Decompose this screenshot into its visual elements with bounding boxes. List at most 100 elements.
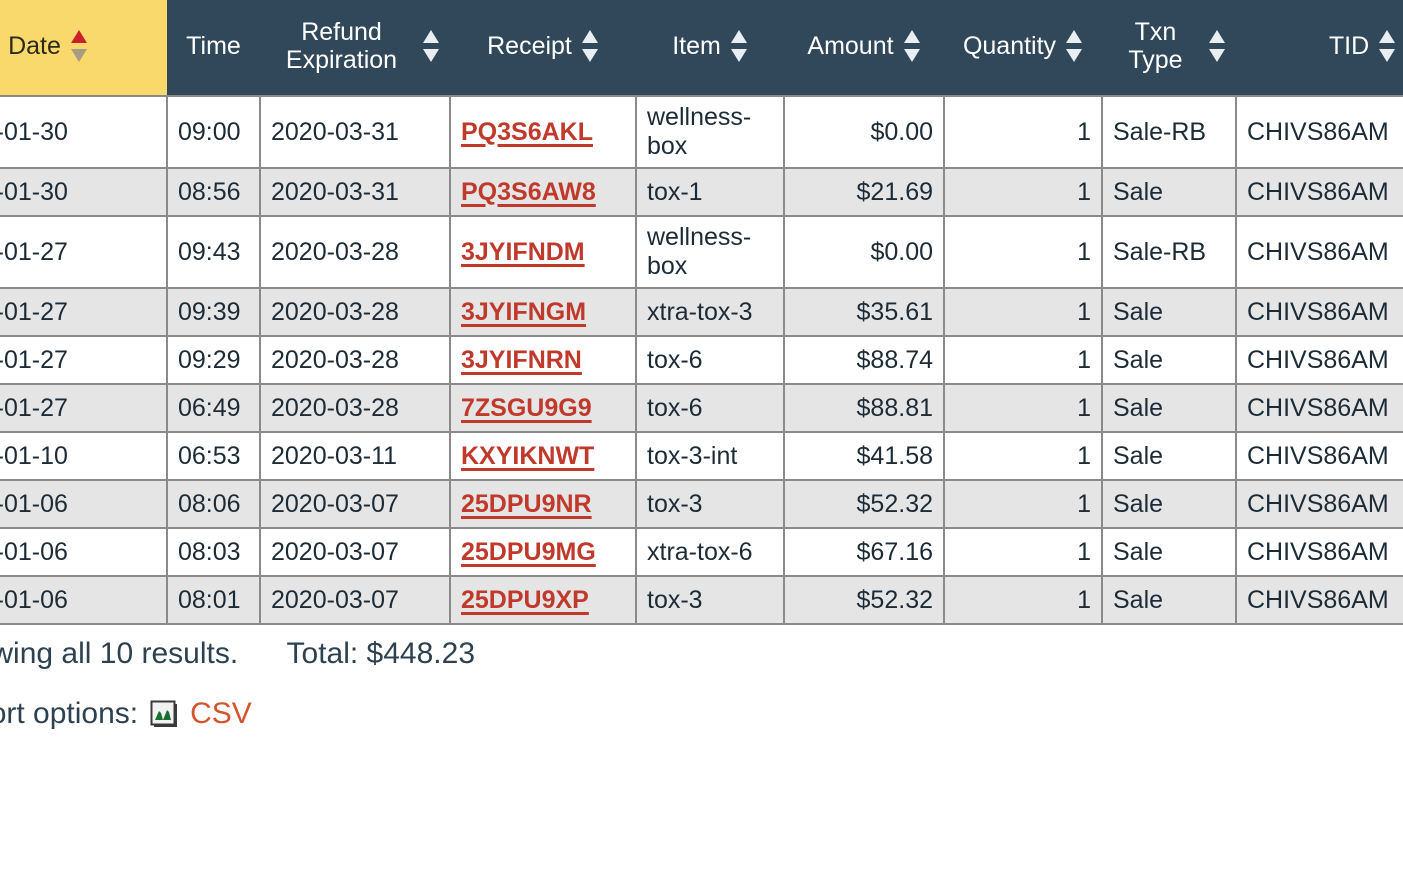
cell-date: 2020-01-27	[0, 335, 168, 385]
receipt-link[interactable]: 7ZSGU9G9	[461, 394, 592, 422]
column-header-time[interactable]: Time	[167, 0, 260, 96]
cell-txn: Sale	[1101, 383, 1237, 433]
cell-item: tox-6	[635, 383, 785, 433]
column-header-date[interactable]: Date	[0, 0, 167, 96]
sort-ascending-icon[interactable]	[70, 29, 88, 63]
receipt-link[interactable]: 25DPU9NR	[461, 490, 592, 518]
table-row: 2020-01-2709:292020-03-28 3JYIFNRN tox-6$8…	[0, 335, 1403, 385]
cell-amount: $35.61	[783, 287, 945, 337]
cell-amount: $41.58	[783, 431, 945, 481]
sort-toggle-icon[interactable]	[1379, 29, 1396, 63]
cell-date: 2020-01-30	[0, 167, 168, 217]
cell-qty: 1	[943, 335, 1103, 385]
cell-date: 2020-01-27	[0, 215, 168, 289]
receipt-link[interactable]: 25DPU9MG	[461, 538, 596, 566]
export-csv-link[interactable]: CSV	[190, 697, 252, 731]
cell-txn: Sale	[1101, 527, 1237, 577]
cell-time: 09:39	[166, 287, 261, 337]
table-row: 2020-01-1006:532020-03-11 KXYIKNWT tox-3-i…	[0, 431, 1403, 481]
column-header-receipt[interactable]: Receipt	[450, 0, 636, 96]
sort-toggle-icon[interactable]	[581, 29, 599, 63]
export-options-label: Export options:	[0, 697, 139, 730]
cell-exp: 2020-03-28	[259, 215, 451, 289]
cell-time: 06:49	[166, 383, 261, 433]
results-count-text: Showing all 10 results.	[0, 637, 239, 670]
table-row: 2020-01-2709:392020-03-28 3JYIFNGM xtra-to…	[0, 287, 1403, 337]
table-row: 2020-01-2706:492020-03-28 7ZSGU9G9 tox-6$8…	[0, 383, 1403, 433]
cell-amount: $21.69	[783, 167, 945, 217]
cell-time: 08:01	[166, 575, 261, 625]
cell-tid: CHIVS86AM	[1235, 479, 1403, 529]
cell-txn: Sale	[1101, 167, 1237, 217]
sort-toggle-icon[interactable]	[730, 29, 748, 63]
column-header-tid[interactable]: TID	[1236, 0, 1403, 96]
table-row: 2020-01-3009:002020-03-31 PQ3S6AKL wellnes…	[0, 95, 1403, 169]
page-viewport: Date Time Refund Expiration Receipt Item…	[0, 0, 1403, 887]
cell-exp: 2020-03-07	[259, 527, 451, 577]
receipt-link[interactable]: KXYIKNWT	[461, 442, 594, 470]
cell-item: wellness-box	[635, 215, 785, 289]
table-row: 2020-01-2709:432020-03-28 3JYIFNDM wellnes…	[0, 215, 1403, 289]
receipt-link[interactable]: 3JYIFNGM	[461, 298, 586, 326]
cell-amount: $88.74	[783, 335, 945, 385]
receipt-link[interactable]: 3JYIFNRN	[461, 346, 582, 374]
table-row: 2020-01-0608:012020-03-07 25DPU9XP tox-3$5…	[0, 575, 1403, 625]
receipt-link[interactable]: 25DPU9XP	[461, 586, 589, 614]
sort-toggle-icon[interactable]	[1209, 29, 1226, 63]
cell-receipt: 7ZSGU9G9	[449, 383, 637, 433]
cell-amount: $67.16	[783, 527, 945, 577]
cell-item: xtra-tox-6	[635, 527, 785, 577]
cell-item: tox-3	[635, 575, 785, 625]
cell-amount: $0.00	[783, 215, 945, 289]
receipt-link[interactable]: PQ3S6AW8	[461, 178, 596, 206]
export-options: Export options: CSV	[0, 671, 1403, 731]
cell-qty: 1	[943, 527, 1103, 577]
cell-tid: CHIVS86AM	[1235, 383, 1403, 433]
column-header-receipt-label: Receipt	[487, 31, 572, 60]
sort-toggle-icon[interactable]	[423, 29, 440, 63]
column-header-item[interactable]: Item	[636, 0, 784, 96]
cell-date: 2020-01-27	[0, 287, 168, 337]
cell-time: 09:29	[166, 335, 261, 385]
cell-date: 2020-01-06	[0, 527, 168, 577]
cell-qty: 1	[943, 431, 1103, 481]
cell-tid: CHIVS86AM	[1235, 575, 1403, 625]
receipt-link[interactable]: 3JYIFNDM	[461, 238, 585, 266]
cell-receipt: 25DPU9XP	[449, 575, 637, 625]
cell-exp: 2020-03-11	[259, 431, 451, 481]
column-header-txn-type-label: Txn Type	[1128, 17, 1183, 74]
table-footer: Showing all 10 results. Total: $448.23 E…	[0, 625, 1403, 731]
column-header-date-label: Date	[8, 31, 61, 60]
cell-time: 08:06	[166, 479, 261, 529]
column-header-refund-expiration[interactable]: Refund Expiration	[260, 0, 450, 96]
table-body: 2020-01-3009:002020-03-31 PQ3S6AKL wellnes…	[0, 95, 1403, 625]
table-row: 2020-01-0608:032020-03-07 25DPU9MG xtra-to…	[0, 527, 1403, 577]
cell-receipt: PQ3S6AKL	[449, 95, 637, 169]
cell-receipt: 3JYIFNRN	[449, 335, 637, 385]
cell-amount: $0.00	[783, 95, 945, 169]
cell-txn: Sale-RB	[1101, 95, 1237, 169]
cell-exp: 2020-03-28	[259, 287, 451, 337]
cell-qty: 1	[943, 95, 1103, 169]
column-header-amount[interactable]: Amount	[784, 0, 944, 96]
cell-amount: $88.81	[783, 383, 945, 433]
cell-tid: CHIVS86AM	[1235, 215, 1403, 289]
cell-amount: $52.32	[783, 479, 945, 529]
sort-toggle-icon[interactable]	[1066, 29, 1083, 63]
cell-date: 2020-01-27	[0, 383, 168, 433]
cell-receipt: 25DPU9NR	[449, 479, 637, 529]
column-header-time-label: Time	[186, 31, 241, 60]
cell-date: 2020-01-06	[0, 575, 168, 625]
cell-txn: Sale	[1101, 479, 1237, 529]
column-header-quantity[interactable]: Quantity	[944, 0, 1102, 96]
cell-txn: Sale	[1101, 431, 1237, 481]
receipt-link[interactable]: PQ3S6AKL	[461, 118, 593, 146]
cell-exp: 2020-03-31	[259, 95, 451, 169]
cell-qty: 1	[943, 167, 1103, 217]
cell-qty: 1	[943, 479, 1103, 529]
cell-txn: Sale	[1101, 287, 1237, 337]
column-header-txn-type[interactable]: Txn Type	[1102, 0, 1236, 96]
sort-toggle-icon[interactable]	[903, 29, 921, 63]
cell-txn: Sale-RB	[1101, 215, 1237, 289]
cell-item: tox-1	[635, 167, 785, 217]
